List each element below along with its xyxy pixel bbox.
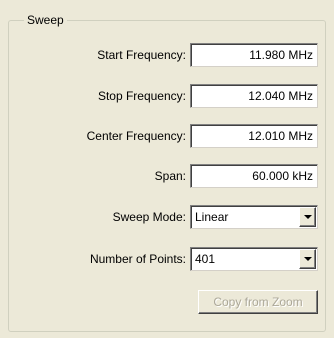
- span-label: Span:: [154, 169, 186, 183]
- sweep-mode-value: Linear: [195, 210, 229, 224]
- number-of-points-label: Number of Points:: [89, 252, 186, 266]
- stop-frequency-label: Stop Frequency:: [97, 89, 186, 103]
- number-of-points-select[interactable]: 401: [190, 247, 318, 271]
- span-input[interactable]: 60.000 kHz: [190, 164, 318, 188]
- sweep-mode-label: Sweep Mode:: [112, 210, 186, 224]
- sweep-mode-select[interactable]: Linear: [190, 205, 318, 229]
- span-row: Span: 60.000 kHz: [0, 164, 334, 188]
- chevron-down-icon: [304, 257, 312, 261]
- sweep-group-title: Sweep: [24, 12, 67, 28]
- sweep-mode-dropdown-button[interactable]: [299, 207, 316, 227]
- chevron-down-icon: [304, 215, 312, 219]
- stop-frequency-input[interactable]: 12.040 MHz: [190, 84, 318, 108]
- sweep-mode-row: Sweep Mode: Linear: [0, 205, 334, 229]
- start-frequency-input[interactable]: 11.980 MHz: [190, 43, 318, 67]
- center-frequency-label: Center Frequency:: [86, 129, 186, 143]
- start-frequency-label: Start Frequency:: [97, 48, 186, 62]
- copy-from-zoom-button[interactable]: Copy from Zoom: [198, 290, 318, 314]
- start-frequency-row: Start Frequency: 11.980 MHz: [0, 43, 334, 67]
- stop-frequency-row: Stop Frequency: 12.040 MHz: [0, 84, 334, 108]
- number-of-points-row: Number of Points: 401: [0, 247, 334, 271]
- center-frequency-input[interactable]: 12.010 MHz: [190, 124, 318, 148]
- number-of-points-value: 401: [195, 252, 216, 266]
- center-frequency-row: Center Frequency: 12.010 MHz: [0, 124, 334, 148]
- number-of-points-dropdown-button[interactable]: [299, 249, 316, 269]
